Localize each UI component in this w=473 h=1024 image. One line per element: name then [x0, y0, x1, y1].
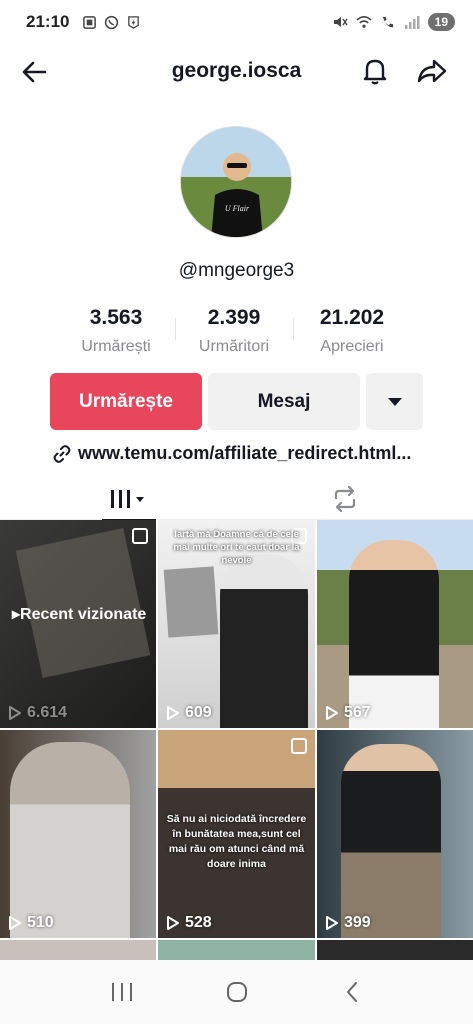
stat-following[interactable]: 3.563 Urmărești: [57, 306, 175, 356]
home-button[interactable]: [217, 972, 257, 1012]
view-count: 609: [166, 704, 212, 722]
play-icon: [9, 916, 21, 930]
play-triangle-icon: ▸: [12, 606, 21, 623]
page-title: george.iosca: [171, 59, 302, 82]
stat-value: 2.399: [207, 306, 261, 329]
bio-link[interactable]: www.temu.com/affiliate_redirect.html...: [52, 443, 411, 464]
follow-button[interactable]: Urmărește: [50, 373, 202, 430]
play-icon: [167, 706, 179, 720]
recent-apps-button[interactable]: [102, 972, 142, 1012]
profile-stats: 3.563 Urmărești 2.399 Urmăritori 21.202 …: [0, 306, 473, 356]
play-icon: [326, 706, 338, 720]
view-count: 528: [166, 914, 212, 932]
video-thumbnail[interactable]: ▸Recent vizionate 6.614: [0, 520, 156, 728]
back-chevron-icon: [346, 982, 357, 1002]
recently-viewed-badge: ▸Recent vizionate: [12, 606, 147, 623]
profile-header: george.iosca: [0, 48, 473, 94]
share-icon[interactable]: [416, 56, 448, 86]
play-icon: [167, 916, 179, 930]
bio-link-text: www.temu.com/affiliate_redirect.html...: [78, 443, 412, 463]
stat-value: 3.563: [89, 306, 143, 329]
link-icon: [53, 444, 71, 463]
video-caption: Să nu ai niciodată încredere în bunătate…: [166, 813, 307, 870]
screenshot-icon: [81, 14, 97, 30]
grid-icon: [111, 490, 144, 508]
stat-label: Aprecieri: [320, 338, 384, 355]
stat-followers[interactable]: 2.399 Urmăritori: [175, 306, 293, 356]
view-count: 510: [8, 914, 54, 932]
message-button[interactable]: Mesaj: [208, 373, 360, 430]
wifi-icon: [356, 14, 372, 30]
view-count: 567: [325, 704, 371, 722]
multi-photo-icon: [132, 528, 148, 544]
stat-label: Urmărești: [81, 338, 151, 355]
video-thumbnail[interactable]: [317, 940, 473, 960]
avatar[interactable]: U Flair: [180, 126, 292, 238]
back-button[interactable]: [332, 972, 372, 1012]
bell-icon[interactable]: [360, 56, 390, 86]
caret-down-icon: [387, 397, 402, 406]
signal-icon: [404, 14, 420, 30]
stat-likes[interactable]: 21.202 Aprecieri: [293, 306, 411, 356]
video-thumbnail[interactable]: [0, 940, 156, 960]
video-thumbnail[interactable]: 510: [0, 730, 156, 938]
content-tabs: [0, 476, 473, 521]
system-nav-bar: [0, 960, 473, 1024]
profile-actions: Urmărește Mesaj: [50, 373, 423, 430]
tab-videos[interactable]: [102, 480, 156, 521]
multi-photo-icon: [291, 738, 307, 754]
repost-icon: [334, 486, 356, 512]
view-count: 6.614: [8, 704, 67, 722]
more-options-button[interactable]: [366, 373, 423, 430]
video-thumbnail[interactable]: 567: [317, 520, 473, 728]
play-icon: [326, 916, 338, 930]
profile-username: @mngeorge3: [178, 260, 295, 281]
call-icon: [380, 14, 396, 30]
whatsapp-icon: [103, 14, 119, 30]
battery-indicator: 19: [427, 13, 455, 31]
video-caption: Iartă mă Doamne că de cele mai multe ori…: [173, 529, 300, 566]
video-thumbnail[interactable]: Să nu ai niciodată încredere în bunătate…: [158, 730, 315, 938]
recent-apps-icon: [111, 983, 132, 1001]
stat-label: Urmăritori: [198, 338, 270, 355]
play-icon: [9, 706, 21, 720]
stat-value: 21.202: [319, 306, 385, 329]
status-bar: 21:10 19: [0, 0, 473, 44]
video-thumbnail[interactable]: 399: [317, 730, 473, 938]
video-thumbnail[interactable]: Iartă mă Doamne că de cele mai multe ori…: [158, 520, 315, 728]
bolt-icon: [125, 14, 141, 30]
status-time: 21:10: [26, 12, 70, 31]
video-grid: ▸Recent vizionate 6.614 Iartă mă Doamne …: [0, 520, 473, 960]
tab-reposts[interactable]: [318, 480, 372, 518]
video-thumbnail[interactable]: [158, 940, 315, 960]
svg-text:U Flair: U Flair: [225, 204, 250, 213]
view-count: 399: [325, 914, 371, 932]
mute-icon: [332, 14, 348, 30]
home-icon: [226, 982, 247, 1002]
